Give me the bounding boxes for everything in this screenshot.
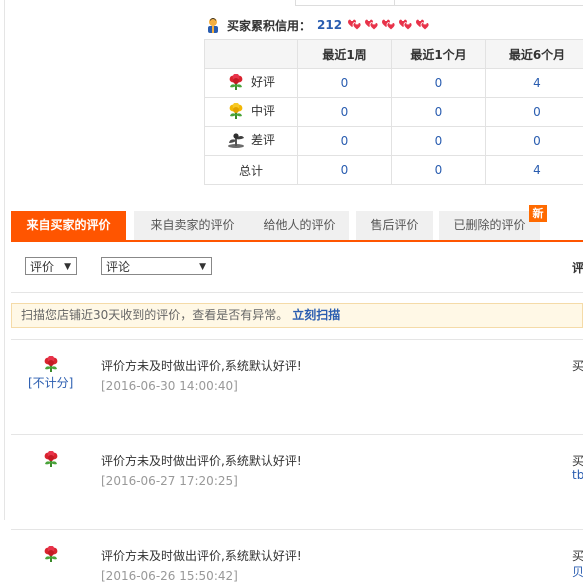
red-flower-icon	[229, 73, 243, 90]
yellow-flower-icon	[229, 102, 243, 119]
value-cell[interactable]: 4	[485, 68, 583, 98]
review-tabs: 来自买家的评价 来自卖家的评价 给他人的评价 售后评价 已删除的评价	[11, 211, 583, 242]
new-badge: 新	[529, 205, 547, 222]
left-border	[0, 0, 5, 520]
credit-hearts	[346, 18, 431, 32]
heart-icon	[416, 19, 430, 31]
divider	[11, 292, 583, 293]
row-total: 总计 0 0 4	[204, 155, 583, 185]
red-flower-icon	[44, 546, 58, 562]
credit-score[interactable]: 212	[317, 18, 342, 32]
value-cell[interactable]: 0	[297, 97, 392, 127]
notice-text: 扫描您店铺近30天收到的评价，查看是否有异常。	[21, 308, 289, 322]
red-flower-icon	[44, 451, 58, 467]
buyer-link[interactable]: 贝	[572, 563, 583, 580]
kind-label: 差评	[250, 133, 275, 148]
scan-now-link[interactable]: 立刻扫描	[292, 308, 340, 322]
kind-label: 中评	[250, 104, 275, 119]
kind-total: 总计	[204, 155, 298, 185]
kind-neutral: 中评	[204, 97, 298, 127]
tab-given-to-others[interactable]: 给他人的评价	[250, 211, 349, 240]
credit-label: 买家累积信用：	[227, 18, 312, 33]
review-item: 评价方未及时做出评价,系统默认好评! [2016-06-26 15:50:42]…	[11, 529, 583, 586]
heart-icon	[382, 19, 396, 31]
review-date: [2016-06-27 17:20:25]	[101, 474, 238, 488]
table-fragment	[393, 0, 583, 6]
header-week: 最近1周	[297, 39, 392, 69]
header-month: 最近1个月	[391, 39, 486, 69]
tab-deleted[interactable]: 已删除的评价	[439, 211, 540, 240]
column-label-cutoff: 评	[572, 261, 583, 275]
review-item: [不计分] 评价方未及时做出评价,系统默认好评! [2016-06-30 14:…	[11, 339, 583, 435]
value-cell[interactable]: 0	[391, 126, 486, 156]
heart-icon	[348, 19, 362, 31]
value-cell[interactable]: 0	[297, 68, 392, 98]
review-text: 评价方未及时做出评价,系统默认好评!	[101, 454, 302, 468]
review-date: [2016-06-30 14:00:40]	[101, 379, 238, 393]
review-text: 评价方未及时做出评价,系统默认好评!	[101, 359, 302, 373]
chevron-down-icon: ▼	[64, 262, 71, 272]
header-blank	[204, 39, 298, 69]
row-negative: 差评 0 0 0	[204, 126, 583, 156]
table-header-row: 最近1周 最近1个月 最近6个月	[204, 39, 583, 69]
value-cell[interactable]: 0	[391, 97, 486, 127]
value-cell[interactable]: 0	[485, 126, 583, 156]
rating-summary-table: 最近1周 最近1个月 最近6个月 好评 0 0 4 中评 0 0 0 差评 0 …	[204, 39, 583, 185]
value-cell[interactable]: 0	[485, 97, 583, 127]
wilted-plant-icon	[227, 133, 244, 148]
buyer-credit-row: 买家累积信用： 212	[205, 15, 431, 35]
value-cell[interactable]: 0	[297, 155, 392, 185]
row-positive: 好评 0 0 4	[204, 68, 583, 98]
scan-notice: 扫描您店铺近30天收到的评价，查看是否有异常。 立刻扫描	[11, 303, 583, 328]
red-flower-icon	[44, 356, 58, 372]
table-fragment	[295, 0, 395, 6]
comment-filter-select[interactable]: 评论 ▼	[101, 257, 212, 275]
buyer-label: 买	[572, 454, 583, 468]
comment-filter-value: 评论	[106, 260, 131, 274]
buyer-link[interactable]: tb	[572, 468, 583, 482]
review-item: 评价方未及时做出评价,系统默认好评! [2016-06-27 17:20:25]…	[11, 434, 583, 530]
value-cell[interactable]: 0	[391, 155, 486, 185]
rating-filter-select[interactable]: 评价 ▼	[25, 257, 77, 275]
tab-from-buyers[interactable]: 来自买家的评价	[11, 211, 126, 240]
heart-icon	[365, 19, 379, 31]
review-date: [2016-06-26 15:50:42]	[101, 569, 238, 583]
kind-label: 好评	[250, 75, 275, 90]
buyer-label: 买	[572, 549, 583, 563]
kind-positive: 好评	[204, 68, 298, 98]
buyer-label: 买	[572, 359, 583, 373]
kind-negative: 差评	[204, 126, 298, 156]
value-cell[interactable]: 4	[485, 155, 583, 185]
row-neutral: 中评 0 0 0	[204, 97, 583, 127]
header-six-months: 最近6个月	[485, 39, 583, 69]
buyer-avatar-icon	[208, 18, 218, 33]
heart-icon	[399, 19, 413, 31]
value-cell[interactable]: 0	[297, 126, 392, 156]
value-cell[interactable]: 0	[391, 68, 486, 98]
uncounted-label: [不计分]	[28, 376, 74, 390]
tab-after-sales[interactable]: 售后评价	[356, 211, 433, 240]
tab-from-sellers[interactable]: 来自卖家的评价	[134, 211, 251, 240]
review-text: 评价方未及时做出评价,系统默认好评!	[101, 549, 302, 563]
chevron-down-icon: ▼	[199, 262, 206, 272]
rating-filter-value: 评价	[30, 260, 55, 274]
